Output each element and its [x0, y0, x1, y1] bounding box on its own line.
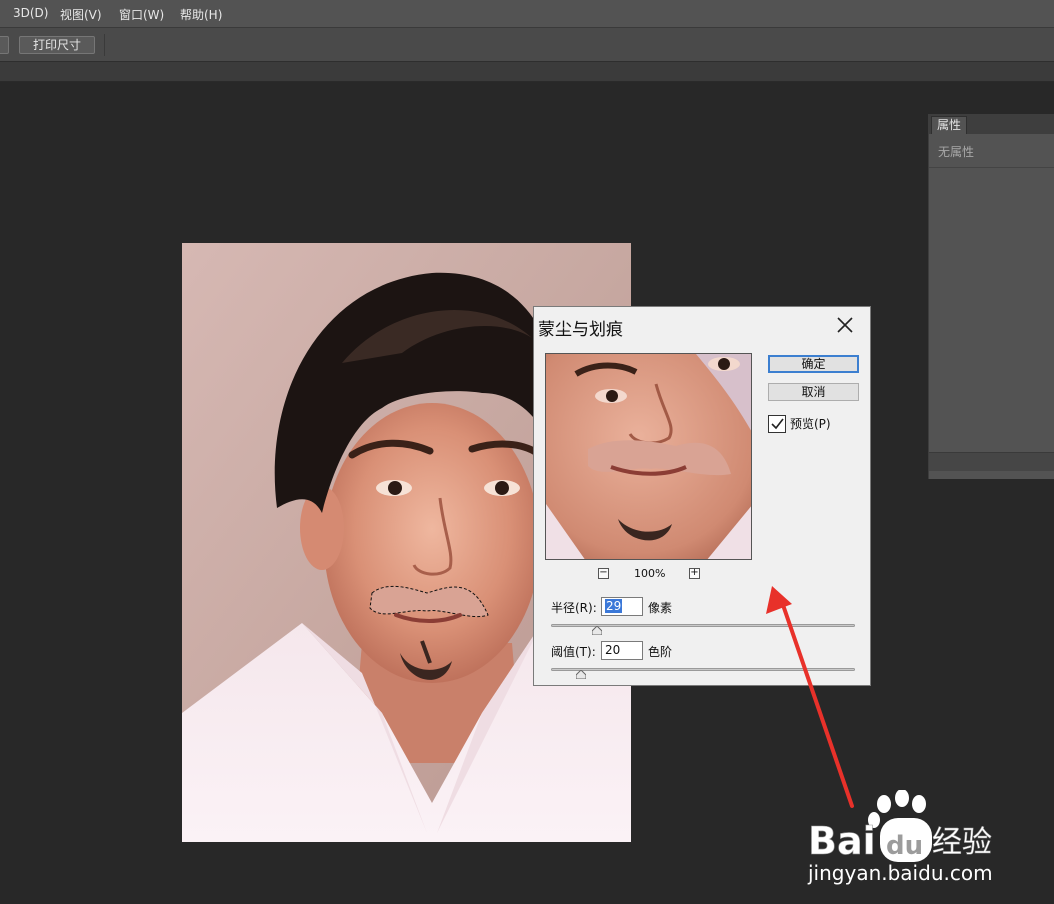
baidu-jingyan-watermark: Bai du 经验 jingyan.baidu.com — [806, 789, 1016, 894]
watermark-du: du — [886, 831, 923, 861]
watermark-bai: Bai — [808, 819, 876, 863]
watermark-jingyan: 经验 — [932, 825, 992, 860]
annotation-arrow — [766, 586, 854, 808]
watermark-url: jingyan.baidu.com — [807, 861, 993, 885]
